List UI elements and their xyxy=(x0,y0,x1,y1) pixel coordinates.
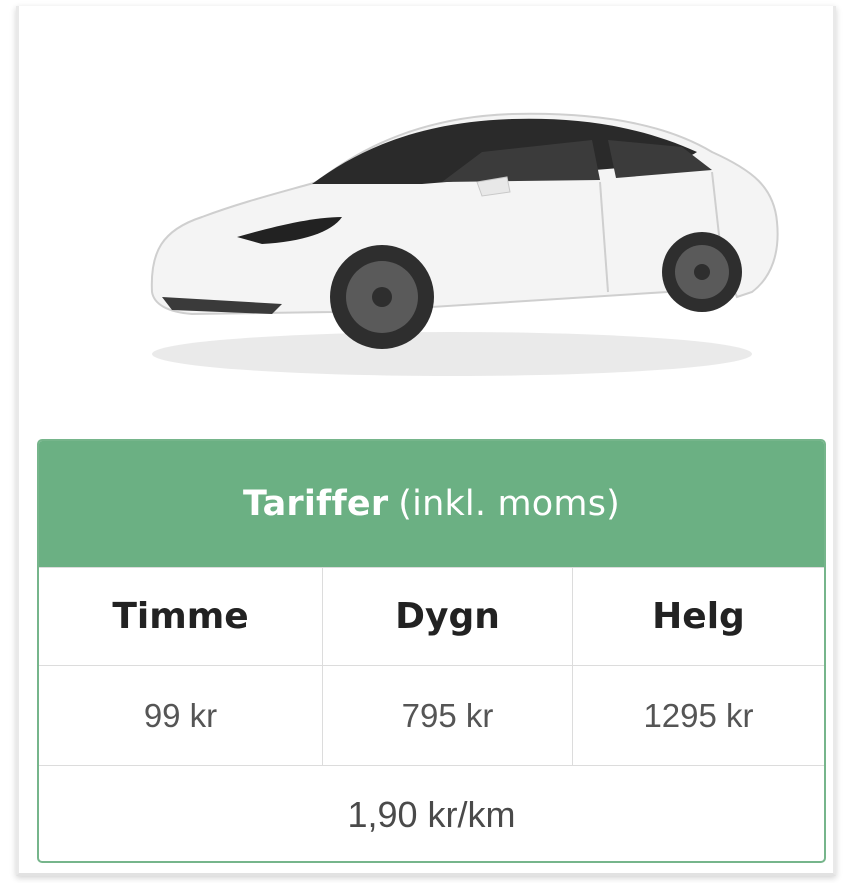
column-header: Helg xyxy=(573,568,824,665)
tariff-price-row: 99 kr 795 kr 1295 kr xyxy=(39,665,824,765)
price-value: 795 kr xyxy=(401,696,494,734)
price-cell: 1295 kr xyxy=(573,666,824,765)
tariff-km-row: 1,90 kr/km xyxy=(39,765,824,861)
price-value: 99 kr xyxy=(143,696,218,734)
car-image xyxy=(122,92,782,382)
tariff-header-row: Timme Dygn Helg xyxy=(39,567,824,665)
per-km-cell: 1,90 kr/km xyxy=(39,766,824,861)
column-header: Dygn xyxy=(323,568,573,665)
price-value: 1295 kr xyxy=(643,696,754,734)
column-header: Timme xyxy=(39,568,323,665)
tariff-title: Tariffer xyxy=(243,484,389,524)
tariff-header: Tariffer (inkl. moms) xyxy=(39,441,824,567)
price-cell: 795 kr xyxy=(323,666,573,765)
column-header-label: Helg xyxy=(652,596,745,637)
per-km-price: 1,90 kr/km xyxy=(347,794,516,835)
tariff-subtitle: (inkl. moms) xyxy=(398,484,620,524)
price-cell: 99 kr xyxy=(39,666,323,765)
column-header-label: Dygn xyxy=(395,596,500,637)
tariff-table: Tariffer (inkl. moms) Timme Dygn Helg 99… xyxy=(37,439,826,863)
column-header-label: Timme xyxy=(112,596,249,637)
